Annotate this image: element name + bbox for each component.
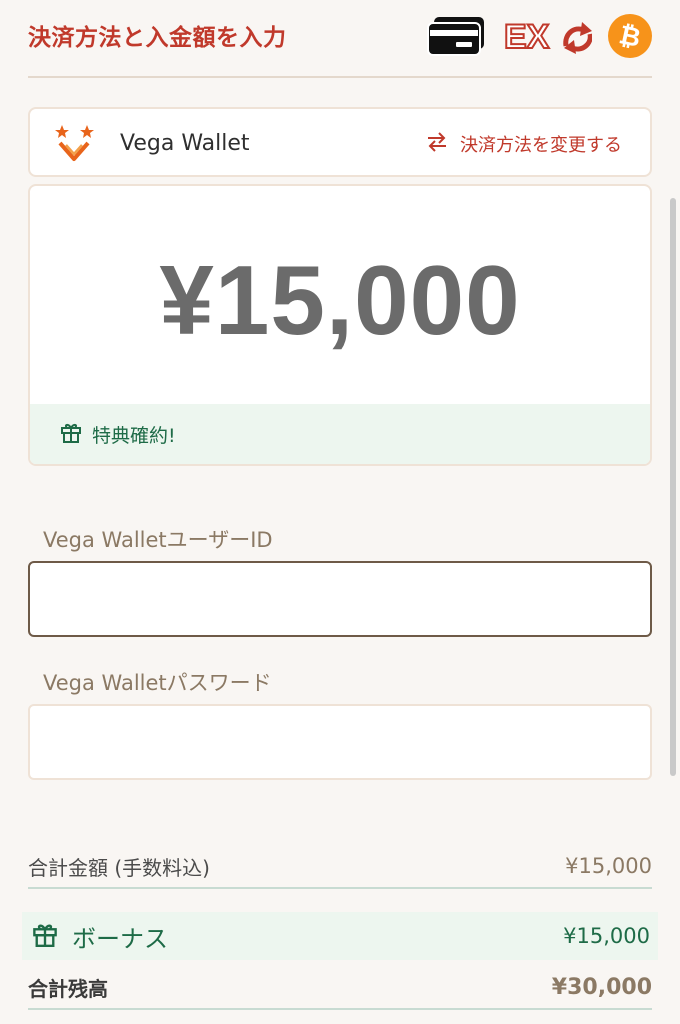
- total-amount-label: 合計金額 (手数料込): [28, 855, 210, 880]
- perk-banner: 特典確約!: [30, 404, 650, 464]
- payment-method-name: Vega Wallet: [120, 131, 250, 156]
- ex-text: EX: [504, 18, 550, 56]
- bitcoin-icon[interactable]: ₿: [608, 14, 652, 58]
- swap-arrows-icon: [426, 131, 448, 157]
- bonus-row: ボーナス ¥15,000: [22, 912, 658, 960]
- vega-wallet-logo-icon: [54, 123, 98, 167]
- amount-panel: ¥15,000 特典確約!: [28, 184, 652, 466]
- change-method-label: 決済方法を変更する: [460, 135, 622, 156]
- change-method-link[interactable]: 決済方法を変更する: [426, 131, 622, 157]
- bonus-value: ¥15,000: [563, 924, 650, 948]
- total-amount-row: 合計金額 (手数料込) ¥15,000: [28, 845, 652, 889]
- payment-icons: EX ₿: [426, 14, 652, 58]
- password-label: Vega Walletパスワード: [43, 671, 272, 695]
- credit-card-icon[interactable]: [426, 15, 488, 57]
- gift-icon: [60, 421, 82, 447]
- gift-icon: [32, 921, 58, 951]
- deposit-amount[interactable]: ¥15,000: [30, 244, 650, 357]
- scrollbar[interactable]: [670, 198, 676, 776]
- payment-method-selector[interactable]: Vega Wallet 決済方法を変更する: [28, 107, 652, 177]
- balance-row: 合計残高 ¥30,000: [28, 966, 652, 1010]
- user-id-input[interactable]: [28, 561, 652, 637]
- balance-value: ¥30,000: [551, 974, 652, 1000]
- balance-label: 合計残高: [28, 976, 108, 1001]
- ex-exchange-icon[interactable]: EX: [504, 16, 592, 56]
- password-input[interactable]: [28, 704, 652, 780]
- perk-label: 特典確約!: [92, 424, 176, 447]
- total-amount-value: ¥15,000: [565, 854, 652, 878]
- user-id-label: Vega WalletユーザーID: [43, 528, 273, 552]
- header: 決済方法と入金額を入力 EX ₿: [28, 0, 652, 78]
- page-title: 決済方法と入金額を入力: [28, 25, 287, 51]
- bonus-label: ボーナス: [72, 924, 168, 953]
